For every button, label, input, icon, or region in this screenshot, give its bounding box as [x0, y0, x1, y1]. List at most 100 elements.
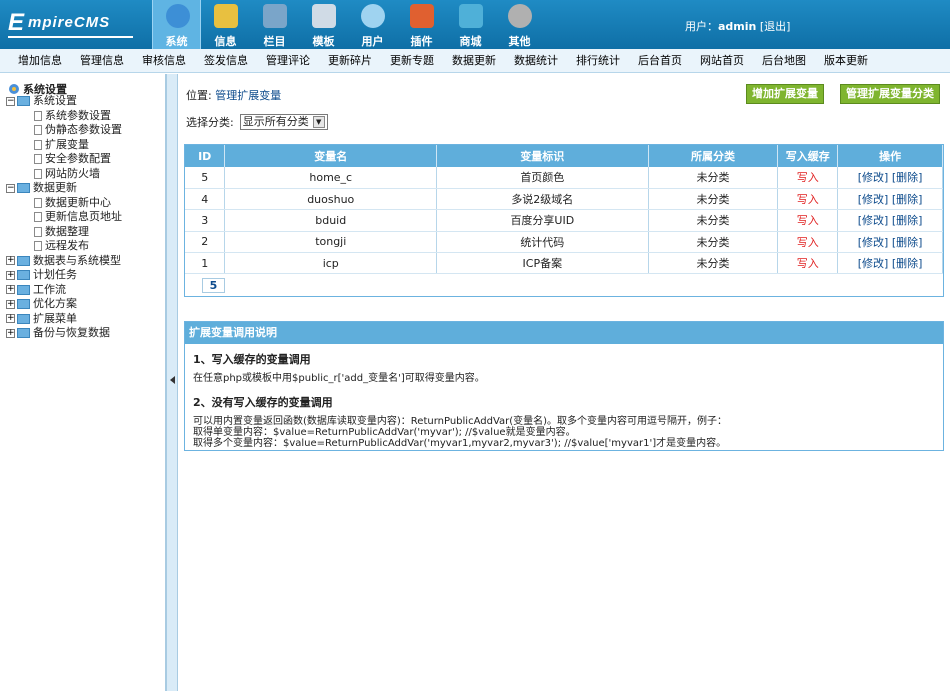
edit-delete-links[interactable]: [修改] [删除]: [837, 167, 943, 189]
sidebar-item[interactable]: + 备份与恢复数据: [6, 326, 122, 341]
subnav-item[interactable]: 排行统计: [567, 49, 629, 72]
nav-item-0[interactable]: 系统: [152, 0, 201, 49]
write-cache-link[interactable]: 写入: [777, 167, 839, 189]
sidebar-item[interactable]: − 数据更新: [6, 181, 122, 196]
pagination-current[interactable]: 5: [202, 278, 225, 293]
document-icon: [34, 197, 42, 208]
collapse-icon[interactable]: −: [6, 96, 15, 106]
subnav-item[interactable]: 数据统计: [505, 49, 567, 72]
sidebar-item[interactable]: + 优化方案: [6, 297, 122, 312]
table-cell: 百度分享UID: [436, 209, 649, 232]
expand-icon[interactable]: +: [6, 328, 15, 338]
expand-icon[interactable]: +: [6, 314, 15, 323]
breadcrumb-link[interactable]: 管理扩展变量: [215, 89, 281, 102]
nav-item-4[interactable]: 用户: [348, 0, 397, 49]
subnav-item[interactable]: 管理评论: [257, 49, 319, 72]
nav-item-label: 插件: [410, 35, 433, 48]
expand-icon[interactable]: +: [6, 256, 15, 265]
subnav-item[interactable]: 版本更新: [815, 49, 877, 72]
manage-variable-categories-button[interactable]: 管理扩展变量分类: [840, 84, 940, 104]
sidebar-item[interactable]: + 工作流: [6, 283, 122, 298]
help-section2-line3: 取得多个变量内容：$value=ReturnPublicAddVar('myva…: [193, 438, 727, 449]
expand-icon[interactable]: +: [6, 285, 15, 294]
sidebar-item[interactable]: 网站防火墙: [6, 167, 122, 182]
table-cell: 3: [185, 209, 226, 232]
top-header: E mpireCMS 系统 信息 栏目 模板 用户 插件 商城 其他 用户：admin [退出…: [0, 0, 950, 49]
write-cache-link[interactable]: 写入: [777, 209, 839, 232]
write-cache-link[interactable]: 写入: [777, 188, 839, 211]
sub-nav: 增加信息 管理信息 审核信息 签发信息 管理评论 更新碎片 更新专题 数据更新 数据统计 排行统计…: [0, 49, 950, 73]
breadcrumb: 位置: 管理扩展变量: [186, 87, 281, 103]
add-extension-variable-button[interactable]: 增加扩展变量: [746, 84, 824, 104]
sidebar-item[interactable]: + 计划任务: [6, 268, 122, 283]
edit-delete-links[interactable]: [修改] [删除]: [837, 252, 943, 275]
template-icon: [312, 4, 336, 28]
nav-item-7[interactable]: 其他: [495, 0, 544, 49]
document-icon: [34, 110, 42, 121]
sidebar-item[interactable]: 扩展变量: [6, 138, 122, 153]
sidebar-item-label: 数据整理: [45, 224, 89, 238]
user-icon: [361, 4, 385, 28]
sidebar-item[interactable]: 数据更新中心: [6, 196, 122, 211]
sidebar-item[interactable]: + 扩展菜单: [6, 312, 122, 327]
sidebar-item-label: 数据更新中心: [45, 195, 111, 209]
nav-item-3[interactable]: 模板: [299, 0, 348, 49]
table-cell: 4: [185, 188, 226, 211]
column-header: 操作: [837, 145, 943, 167]
tools-icon: [410, 4, 434, 28]
table-row: 3 bduid 百度分享UID 未分类 写入 [修改] [删除]: [185, 209, 943, 232]
collapse-icon[interactable]: −: [6, 183, 15, 193]
expand-icon[interactable]: +: [6, 299, 15, 309]
nav-item-5[interactable]: 插件: [397, 0, 446, 49]
sidebar-item-label: 扩展菜单: [33, 311, 77, 325]
edit-delete-links[interactable]: [修改] [删除]: [837, 209, 943, 232]
write-cache-link[interactable]: 写入: [777, 231, 839, 254]
subnav-item[interactable]: 更新碎片: [319, 49, 381, 72]
sidebar-item[interactable]: 系统参数设置: [6, 109, 122, 124]
subnav-item[interactable]: 更新专题: [381, 49, 443, 72]
subnav-item[interactable]: 后台地图: [753, 49, 815, 72]
user-name: admin: [718, 20, 757, 33]
subnav-item[interactable]: 后台首页: [629, 49, 691, 72]
category-select[interactable]: 显示所有分类 ▼: [239, 114, 328, 130]
table-cell: 未分类: [648, 167, 779, 189]
nav-item-2[interactable]: 栏目: [250, 0, 299, 49]
main-nav: 系统 信息 栏目 模板 用户 插件 商城 其他: [152, 0, 544, 49]
nav-item-label: 栏目: [263, 35, 286, 48]
subnav-item[interactable]: 审核信息: [133, 49, 195, 72]
subnav-item[interactable]: 管理信息: [71, 49, 133, 72]
subnav-item[interactable]: 增加信息: [9, 49, 71, 72]
table-row: 5 home_c 首页颜色 未分类 写入 [修改] [删除]: [185, 167, 943, 189]
expand-icon[interactable]: +: [6, 270, 15, 280]
sidebar-item-label: 更新信息页地址: [45, 210, 122, 223]
edit-delete-links[interactable]: [修改] [删除]: [837, 188, 943, 211]
nav-item-6[interactable]: 商城: [446, 0, 495, 49]
sidebar: 系统设置 − 系统设置 系统参数设置 伪静态参数设置 扩展变量 安全参数配置 网站防火墙 − 数…: [0, 74, 166, 691]
table-row: 1 icp ICP备案 未分类 写入 [修改] [删除]: [185, 252, 943, 275]
subnav-item[interactable]: 网站首页: [691, 49, 753, 72]
sidebar-item-label: 远程发布: [45, 239, 89, 252]
table-cell: 首页颜色: [436, 167, 649, 189]
sidebar-item[interactable]: 安全参数配置: [6, 152, 122, 167]
table-cell: bduid: [224, 209, 438, 232]
sidebar-item[interactable]: 数据整理: [6, 225, 122, 240]
table-cell: 多说2级域名: [436, 188, 649, 211]
sidebar-item[interactable]: 更新信息页地址: [6, 210, 122, 225]
empirecms-logo[interactable]: E mpireCMS: [6, 7, 146, 41]
sidebar-item[interactable]: 伪静态参数设置: [6, 123, 122, 138]
write-cache-link[interactable]: 写入: [777, 252, 839, 275]
sidebar-item[interactable]: − 系统设置: [6, 94, 122, 109]
chevron-down-icon[interactable]: ▼: [312, 116, 325, 128]
nav-item-1[interactable]: 信息: [201, 0, 250, 49]
logout-link[interactable]: [退出]: [760, 20, 791, 33]
sidebar-item[interactable]: 远程发布: [6, 239, 122, 254]
subnav-item[interactable]: 数据更新: [443, 49, 505, 72]
subnav-item[interactable]: 签发信息: [195, 49, 257, 72]
sidebar-item[interactable]: + 数据表与系统模型: [6, 254, 122, 269]
help-box: 扩展变量调用说明 1、写入缓存的变量调用 在任意php或模板中用$public_…: [184, 321, 944, 451]
folder-icon: [263, 4, 287, 28]
collapse-arrow-icon[interactable]: [170, 376, 175, 384]
sidebar-item-label: 计划任务: [33, 268, 77, 281]
sidebar-splitter[interactable]: [166, 74, 178, 691]
edit-delete-links[interactable]: [修改] [删除]: [837, 231, 943, 254]
